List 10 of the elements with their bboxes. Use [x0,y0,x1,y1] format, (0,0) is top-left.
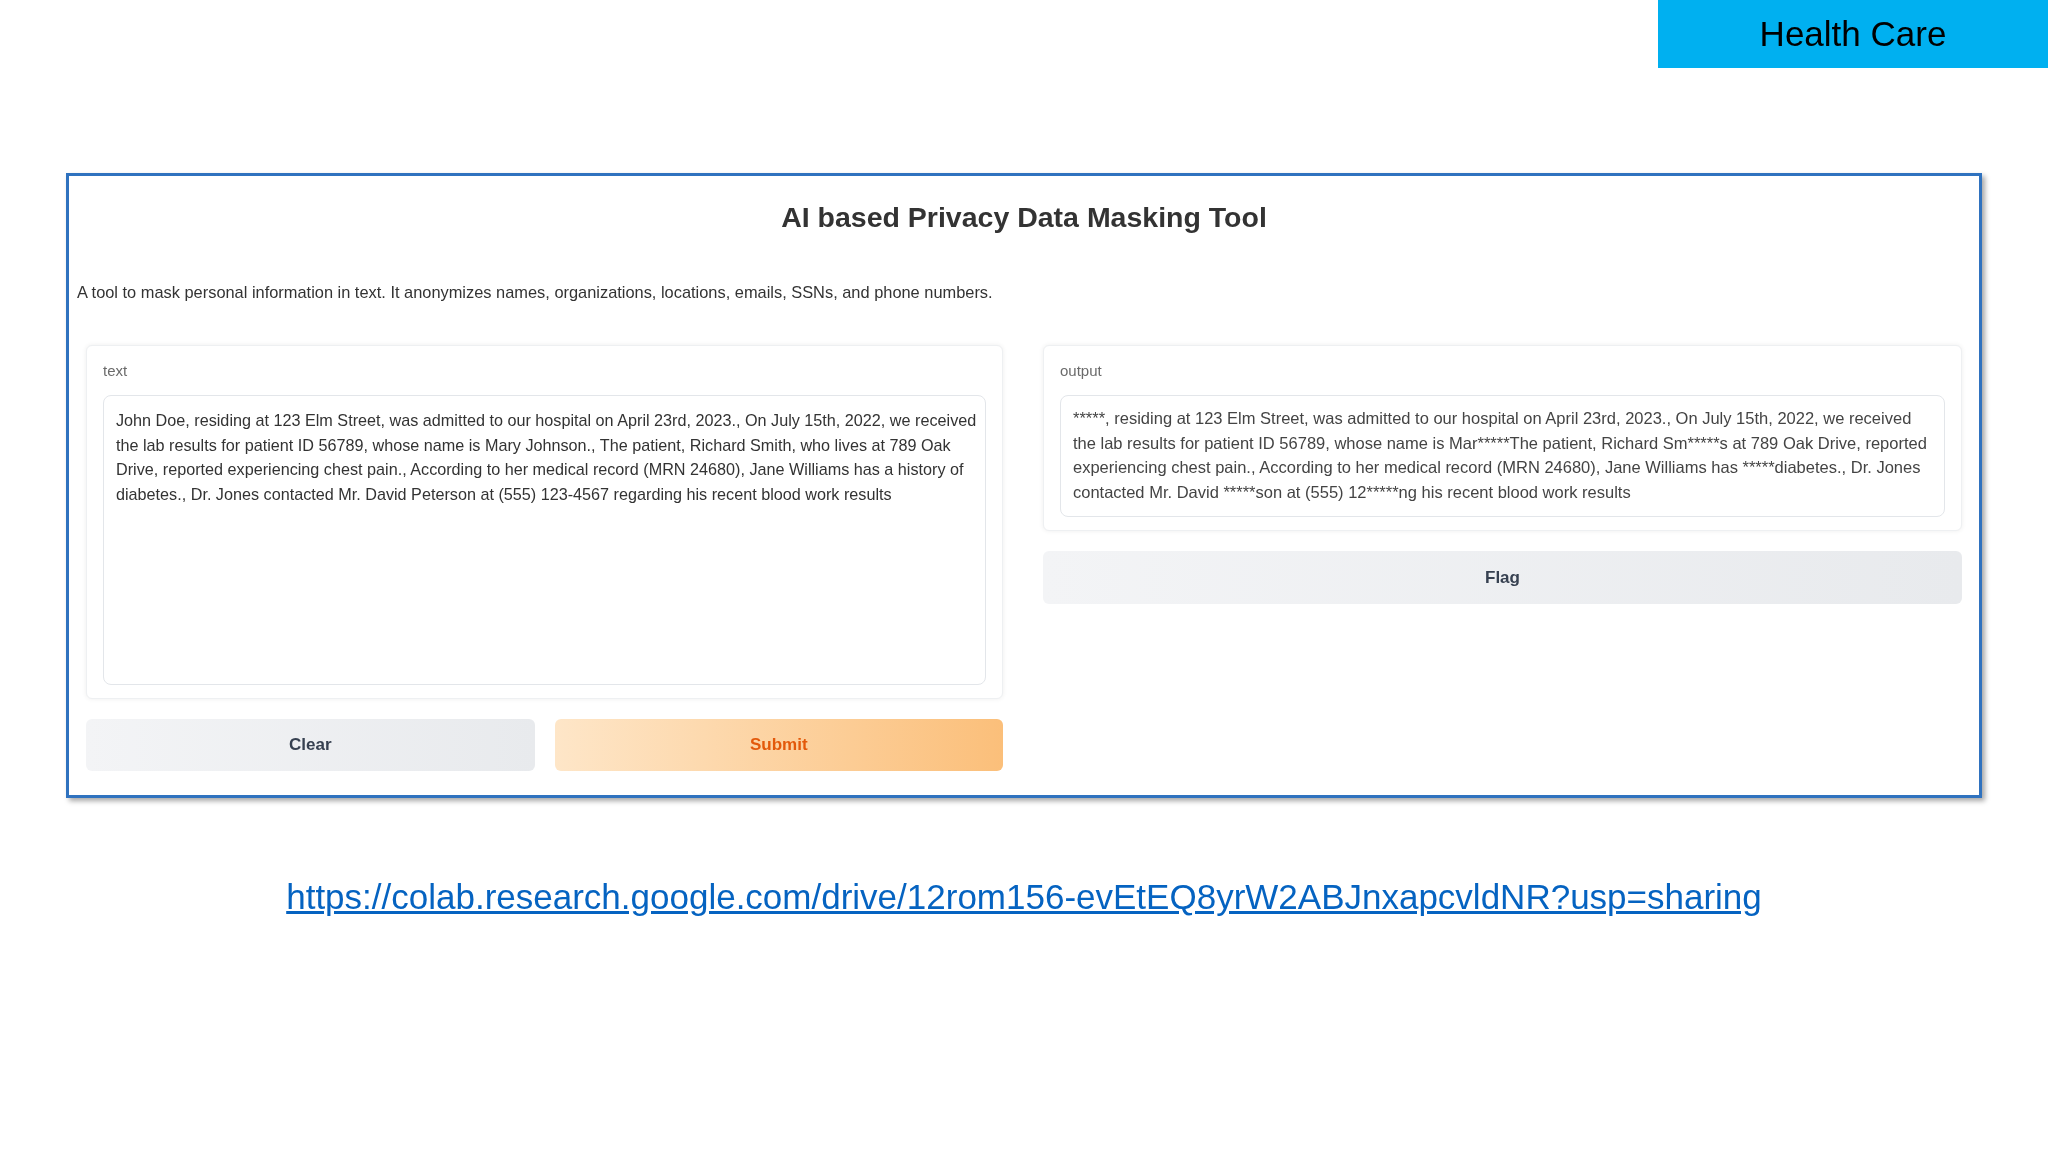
app-title: AI based Privacy Data Masking Tool [781,200,1267,235]
share-link[interactable]: https://colab.research.google.com/drive/12rom156-evEtEQ8yrW2ABJnxapcvldNR?usp=sharing [286,877,1762,916]
flag-button[interactable]: Flag [1043,551,1962,604]
field-label: text [103,361,128,381]
field-label: output [1060,361,1102,381]
section-tag: Health Care [1658,0,2048,68]
clear-button[interactable]: Clear [86,719,535,771]
output-field: *****, residing at 123 Elm Street, was admitted to our hospital on April 23rd, 2023., On July 15th, 2022, we received the lab results for patient ID 56789, whose name is Mar*****The patient, Richard Sm*****s at 789 Oak Drive, reported experiencing chest pain., According to her medical record (MRN 24680), Jane Williams has *****diabetes., Dr. Jones contacted Mr. David *****son at (555) 12*****ng his recent blood work results [1060,395,1945,517]
app-description: A tool to mask personal information in text. It anonymizes names, organizations, locations, emails, SSNs, and phone numbers. [77,282,993,302]
text-input-field[interactable]: John Doe, residing at 123 Elm Street, was admitted to our hospital on April 23rd, 2023., On July 15th, 2022, we received the lab results for patient ID 56789, whose name is Mary Johnson., The patient, Richard Smith, who lives at 789 Oak Drive, reported experiencing chest pain., According to her medical record (MRN 24680), Jane Williams has a history of diabetes., Dr. Jones contacted Mr. David Peterson at (555) 123-4567 regarding his recent blood work results [103,395,986,685]
